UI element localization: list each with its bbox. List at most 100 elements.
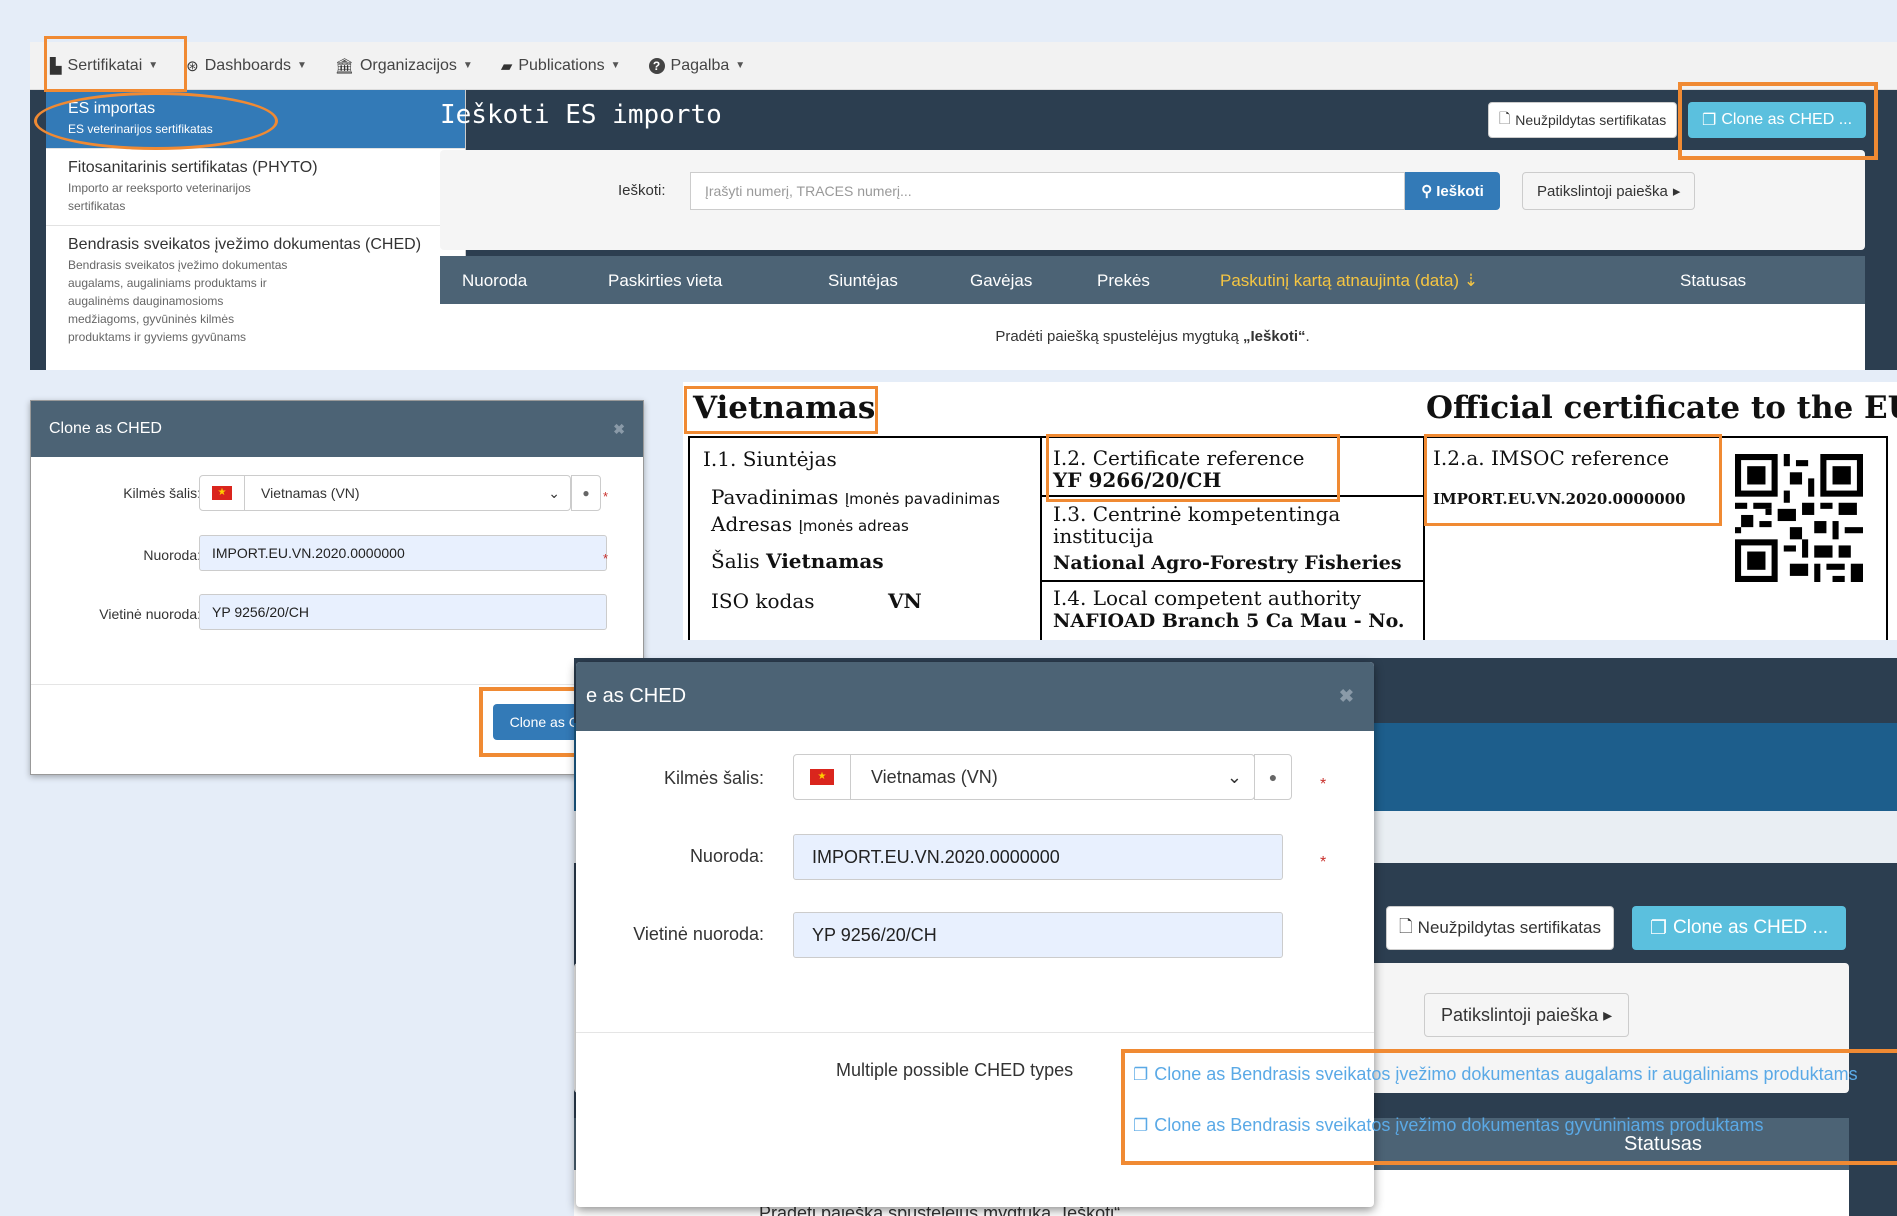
modal-header: e as CHED ✖: [576, 662, 1374, 731]
menu-item-phyto[interactable]: Fitosanitarinis sertifikatas (PHYTO) Imp…: [46, 149, 465, 226]
vietnam-flag-icon: [212, 486, 232, 500]
select-value: Vietnamas (VN): [261, 485, 360, 501]
button-label: Patikslintoji paieška: [1537, 182, 1668, 200]
document-icon: 🗋: [1399, 916, 1413, 936]
nav-label: Pagalba: [670, 56, 730, 74]
country-select[interactable]: Vietnamas (VN) ⌄: [793, 754, 1255, 800]
copy-icon: ❐: [1702, 112, 1717, 129]
field-label: ISO kodas: [711, 589, 815, 613]
message-bold: „Ieškoti“: [1242, 328, 1306, 345]
local-reference-label: Vietinė nuoroda:: [99, 606, 201, 622]
message-text: Pradėti paiešką spustelėjus mygtuką: [995, 328, 1243, 345]
column-header[interactable]: Nuoroda: [462, 271, 527, 291]
blank-certificate-button[interactable]: 🗋 Neužpildytas sertifikatas: [1488, 102, 1678, 138]
menu-item-subtitle: Importo ar reeksporto veterinarijos sert…: [68, 181, 251, 213]
column-header[interactable]: Statusas: [1680, 271, 1746, 291]
column-header[interactable]: Paskirties vieta: [608, 271, 722, 291]
empty-results-message: Pradėti paiešką spustelėjus mygtuką „Ieš…: [440, 328, 1865, 345]
required-mark: *: [603, 551, 609, 566]
page-title: Ieškoti ES importo: [440, 100, 722, 130]
column-header-label: Paskutinį kartą atnaujinta (data): [1220, 271, 1460, 290]
nav-organizacijos[interactable]: 🏛 Organizacijos ▼: [335, 57, 473, 75]
name-field: Pavadinimas Įmonės pavadinimas: [711, 485, 1000, 509]
local-authority-value: NAFIOAD Branch 5 Ca Mau - No.: [1053, 610, 1405, 632]
column-header[interactable]: Prekės: [1097, 271, 1150, 291]
nav-label: Dashboards: [204, 56, 292, 74]
modal-header: Clone as CHED ✖: [31, 401, 643, 457]
imsoc-ref-label: I.2.a. IMSOC reference: [1433, 446, 1670, 470]
button-label: Clone as CHED ...: [1721, 111, 1853, 128]
globe-icon[interactable]: ●: [571, 475, 601, 511]
field-label: Adresas: [711, 512, 793, 536]
traces-search-screen: ▙ Sertifikatai ▼ ⊛ Dashboards ▼ 🏛 Organizacij…: [30, 42, 1897, 370]
menu-item-ched[interactable]: Bendrasis sveikatos įvežimo dokumentas (…: [46, 226, 465, 356]
clone-as-ched-button[interactable]: ❐ Clone as CHED ...: [1688, 102, 1867, 138]
nav-sertifikatai[interactable]: ▙ Sertifikatai ▼: [50, 57, 158, 75]
consignor-label: I.1. Siuntėjas: [703, 447, 837, 471]
book-icon: ▰: [500, 57, 513, 75]
cert-ref-value: YF 9266/20/CH: [1053, 468, 1222, 492]
local-reference-input[interactable]: YP 9256/20/CH: [793, 912, 1283, 958]
search-input[interactable]: Įrašyti numerį, TRACES numerį...: [690, 172, 1405, 210]
file-icon: ▙: [50, 57, 62, 75]
search-button[interactable]: ⚲ Ieškoti: [1405, 172, 1500, 210]
required-mark: *: [1320, 776, 1327, 793]
menu-item-title: Fitosanitarinis sertifikatas (PHYTO): [68, 159, 318, 176]
clone-modal-small: Clone as CHED ✖ Kilmės šalis: Vietnamas …: [30, 400, 644, 775]
caret-down-icon: ▼: [735, 60, 746, 71]
button-label: Clone as CHED ...: [1673, 917, 1829, 938]
dashboard-icon: ⊛: [186, 57, 199, 75]
certificate-country: Vietnamas: [693, 390, 876, 426]
central-authority-label: I.3. Centrinė kompetentinga institucija: [1053, 502, 1341, 548]
results-table-header: Nuoroda Paskirties vieta Siuntėjas Gavėj…: [440, 256, 1865, 304]
select-value: Vietnamas (VN): [871, 766, 998, 787]
local-reference-label: Vietinė nuoroda:: [633, 924, 764, 944]
modal-title: e as CHED: [586, 685, 687, 707]
field-value: Įmonės adreas: [798, 517, 909, 535]
local-reference-input[interactable]: YP 9256/20/CH: [199, 594, 607, 630]
button-label: Neužpildytas sertifikatas: [1417, 918, 1601, 937]
column-header-sorted[interactable]: Paskutinį kartą atnaujinta (data) ⇣: [1220, 271, 1478, 291]
button-label: Patikslintoji paieška: [1441, 1004, 1599, 1025]
country-select[interactable]: Vietnamas (VN) ⌄: [199, 475, 571, 511]
highlight-box: [1121, 1049, 1897, 1165]
column-header[interactable]: Siuntėjas: [828, 271, 898, 291]
caret-right-icon: ▸: [1672, 183, 1681, 200]
top-navbar: ▙ Sertifikatai ▼ ⊛ Dashboards ▼ 🏛 Organizacij…: [30, 42, 1897, 90]
country-label: Kilmės šalis:: [663, 768, 764, 788]
field-label: Šalis: [711, 549, 760, 573]
refine-search-button[interactable]: Patikslintoji paieška ▸: [1522, 172, 1696, 210]
globe-icon[interactable]: ●: [1254, 754, 1292, 800]
iso-value: VN: [888, 589, 922, 613]
divider: [576, 1032, 1374, 1033]
nav-dashboards[interactable]: ⊛ Dashboards ▼: [186, 57, 307, 75]
close-icon[interactable]: ✖: [1339, 686, 1354, 707]
document-icon: 🗋: [1499, 110, 1511, 126]
caret-down-icon: ▼: [610, 60, 621, 71]
close-icon[interactable]: ✖: [613, 421, 625, 438]
bank-icon: 🏛: [334, 57, 354, 75]
search-label: Ieškoti:: [618, 182, 666, 199]
menu-item-subtitle: Bendrasis sveikatos įvežimo dokumentas a…: [68, 258, 288, 344]
copy-icon: ❐: [1650, 917, 1668, 939]
results-table-body: Pradėti paiešką spustelėjus mygtuką „Ieš…: [440, 304, 1865, 370]
background-blank-certificate-button: 🗋 Neužpildytas sertifikatas: [1386, 906, 1614, 950]
country-label: Kilmės šalis:: [123, 485, 201, 501]
address-field: Adresas Įmonės adreas: [711, 512, 909, 536]
background-clone-button: ❐ Clone as CHED ...: [1632, 906, 1847, 950]
nav-label: Organizacijos: [359, 56, 457, 74]
multiple-types-label: Multiple possible CHED types: [836, 1060, 1074, 1080]
caret-down-icon: ▼: [462, 60, 473, 71]
nav-pagalba[interactable]: ? Pagalba ▼: [648, 56, 746, 75]
caret-right-icon: ▸: [1603, 1004, 1613, 1025]
reference-input[interactable]: IMPORT.EU.VN.2020.0000000: [199, 535, 607, 571]
column-header[interactable]: Gavėjas: [970, 271, 1032, 291]
reference-label: Nuoroda:: [689, 846, 764, 866]
background-refine-button: Patikslintoji paieška ▸: [1424, 993, 1630, 1037]
imsoc-ref-value: IMPORT.EU.VN.2020.0000000: [1433, 490, 1686, 508]
menu-item-title: Bendrasis sveikatos įvežimo dokumentas (…: [68, 236, 422, 253]
qr-code-icon: [1735, 454, 1863, 582]
nav-publications[interactable]: ▰ Publications ▼: [501, 57, 621, 75]
reference-input[interactable]: IMPORT.EU.VN.2020.0000000: [793, 834, 1283, 880]
highlight-ellipse: [34, 92, 278, 150]
